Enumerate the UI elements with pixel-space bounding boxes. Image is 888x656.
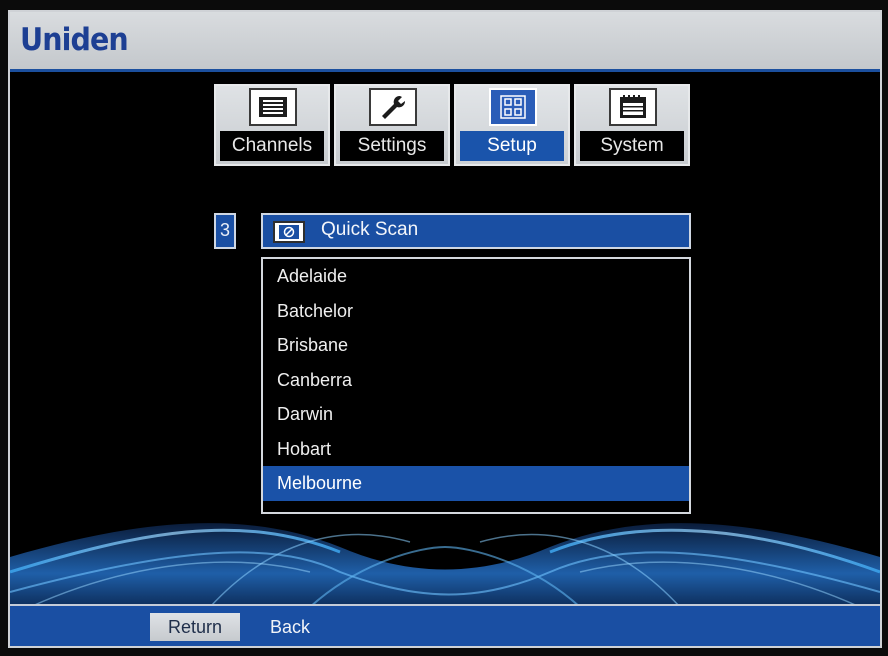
return-button[interactable]: Return	[150, 613, 240, 641]
brand-logo: Uniden	[20, 22, 129, 58]
tab-channels[interactable]: Channels	[214, 84, 330, 166]
list-item-darwin[interactable]: Darwin	[263, 397, 689, 432]
tab-setup-label: Setup	[460, 131, 564, 161]
tab-settings-label: Settings	[340, 131, 444, 161]
menu-number-badge: 3	[214, 213, 236, 249]
list-item-batchelor[interactable]: Batchelor	[263, 294, 689, 329]
quick-scan-title: Quick Scan	[321, 219, 419, 240]
tab-setup[interactable]: Setup	[454, 84, 570, 166]
list-item-brisbane[interactable]: Brisbane	[263, 328, 689, 363]
list-item-adelaide[interactable]: Adelaide	[263, 259, 689, 294]
list-icon	[249, 88, 297, 126]
list-item-hobart[interactable]: Hobart	[263, 432, 689, 467]
region-list: Adelaide Batchelor Brisbane Canberra Dar…	[261, 257, 691, 514]
tab-channels-label: Channels	[220, 131, 324, 161]
wrench-icon	[369, 88, 417, 126]
list-item-canberra[interactable]: Canberra	[263, 363, 689, 398]
tab-system[interactable]: System	[574, 84, 690, 166]
footer-bar: Return Back	[10, 604, 880, 646]
scan-icon	[273, 221, 305, 243]
quick-scan-header: Quick Scan	[261, 213, 691, 249]
grid-icon	[489, 88, 537, 126]
list-item-melbourne[interactable]: Melbourne	[263, 466, 689, 501]
header-bar: Uniden	[10, 12, 880, 72]
calendar-icon	[609, 88, 657, 126]
tab-settings[interactable]: Settings	[334, 84, 450, 166]
tab-system-label: System	[580, 131, 684, 161]
back-hint-label: Back	[270, 617, 311, 637]
tv-screen: Uniden Channels Settings Setup System 3 …	[10, 12, 880, 646]
brand-text: Uniden	[20, 22, 129, 58]
